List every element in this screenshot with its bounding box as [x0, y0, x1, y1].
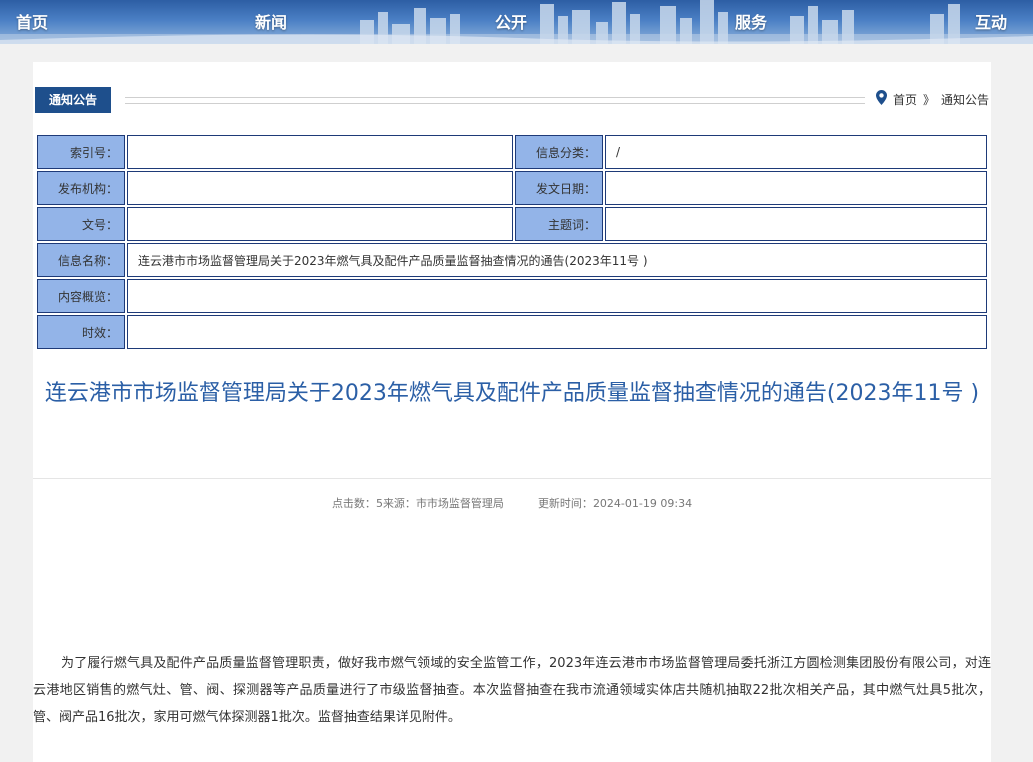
- validity-label: 时效：: [37, 315, 125, 349]
- table-row: 发布机构： 发文日期：: [37, 171, 987, 205]
- breadcrumb: 首页 》 通知公告: [875, 90, 989, 108]
- article-body-paragraph: 为了履行燃气具及配件产品质量监督管理职责，做好我市燃气领域的安全监管工作，202…: [33, 656, 991, 725]
- updated-label: 更新时间：: [537, 497, 593, 510]
- table-row: 时效：: [37, 315, 987, 349]
- top-navigation: 首页 新闻 公开 服务 互动: [0, 0, 1033, 44]
- article-title: 连云港市市场监督管理局关于2023年燃气具及配件产品质量监督抽查情况的通告(20…: [44, 381, 980, 406]
- info-category-label: 信息分类：: [515, 135, 603, 169]
- location-pin-icon: [875, 90, 887, 108]
- nav-item-news[interactable]: 新闻: [255, 9, 287, 33]
- table-row: 索引号： 信息分类： /: [37, 135, 987, 169]
- source-label: 来源：: [382, 497, 416, 510]
- info-name-label: 信息名称：: [37, 243, 125, 277]
- section-tab: 通知公告: [35, 87, 111, 113]
- breadcrumb-separator: 》: [922, 92, 935, 107]
- index-number-value: [127, 135, 513, 169]
- nav-item-service[interactable]: 服务: [735, 9, 767, 33]
- publish-date-label: 发文日期：: [515, 171, 603, 205]
- keywords-label: 主题词：: [515, 207, 603, 241]
- nav-item-public[interactable]: 公开: [495, 9, 527, 33]
- section-header: 通知公告 首页 》 通知公告: [33, 84, 991, 114]
- keywords-value: [605, 207, 987, 241]
- validity-value: [127, 315, 987, 349]
- clicks-value: 5: [375, 497, 383, 510]
- publisher-value: [127, 171, 513, 205]
- title-divider: [33, 478, 991, 479]
- breadcrumb-current-link[interactable]: 通知公告: [941, 91, 989, 108]
- publish-date-value: [605, 171, 987, 205]
- table-row: 文号： 主题词：: [37, 207, 987, 241]
- info-metadata-table: 索引号： 信息分类： / 发布机构： 发文日期： 文号： 主题词： 信息名称： …: [35, 133, 989, 351]
- source-value: 市市场监督管理局: [415, 497, 504, 510]
- document-number-label: 文号：: [37, 207, 125, 241]
- publisher-label: 发布机构：: [37, 171, 125, 205]
- section-divider-line: [125, 97, 865, 104]
- info-name-value: 连云港市市场监督管理局关于2023年燃气具及配件产品质量监督抽查情况的通告(20…: [127, 243, 987, 277]
- index-number-label: 索引号：: [37, 135, 125, 169]
- article-meta: 点击数：5来源：市市场监督管理局 更新时间：2024-01-19 09:34: [33, 495, 991, 511]
- content-panel: 通知公告 首页 》 通知公告 索引号： 信息分类： / 发布机构： 发文日期：: [33, 62, 991, 762]
- nav-item-home[interactable]: 首页: [16, 9, 48, 33]
- updated-value: 2024-01-19 09:34: [592, 497, 693, 510]
- info-category-value: /: [605, 135, 987, 169]
- content-summary-label: 内容概览：: [37, 279, 125, 313]
- table-row: 信息名称： 连云港市市场监督管理局关于2023年燃气具及配件产品质量监督抽查情况…: [37, 243, 987, 277]
- content-summary-value: [127, 279, 987, 313]
- breadcrumb-home-link[interactable]: 首页: [893, 91, 917, 108]
- table-row: 内容概览：: [37, 279, 987, 313]
- document-number-value: [127, 207, 513, 241]
- clicks-label: 点击数：: [331, 497, 376, 510]
- nav-item-interaction[interactable]: 互动: [975, 9, 1007, 33]
